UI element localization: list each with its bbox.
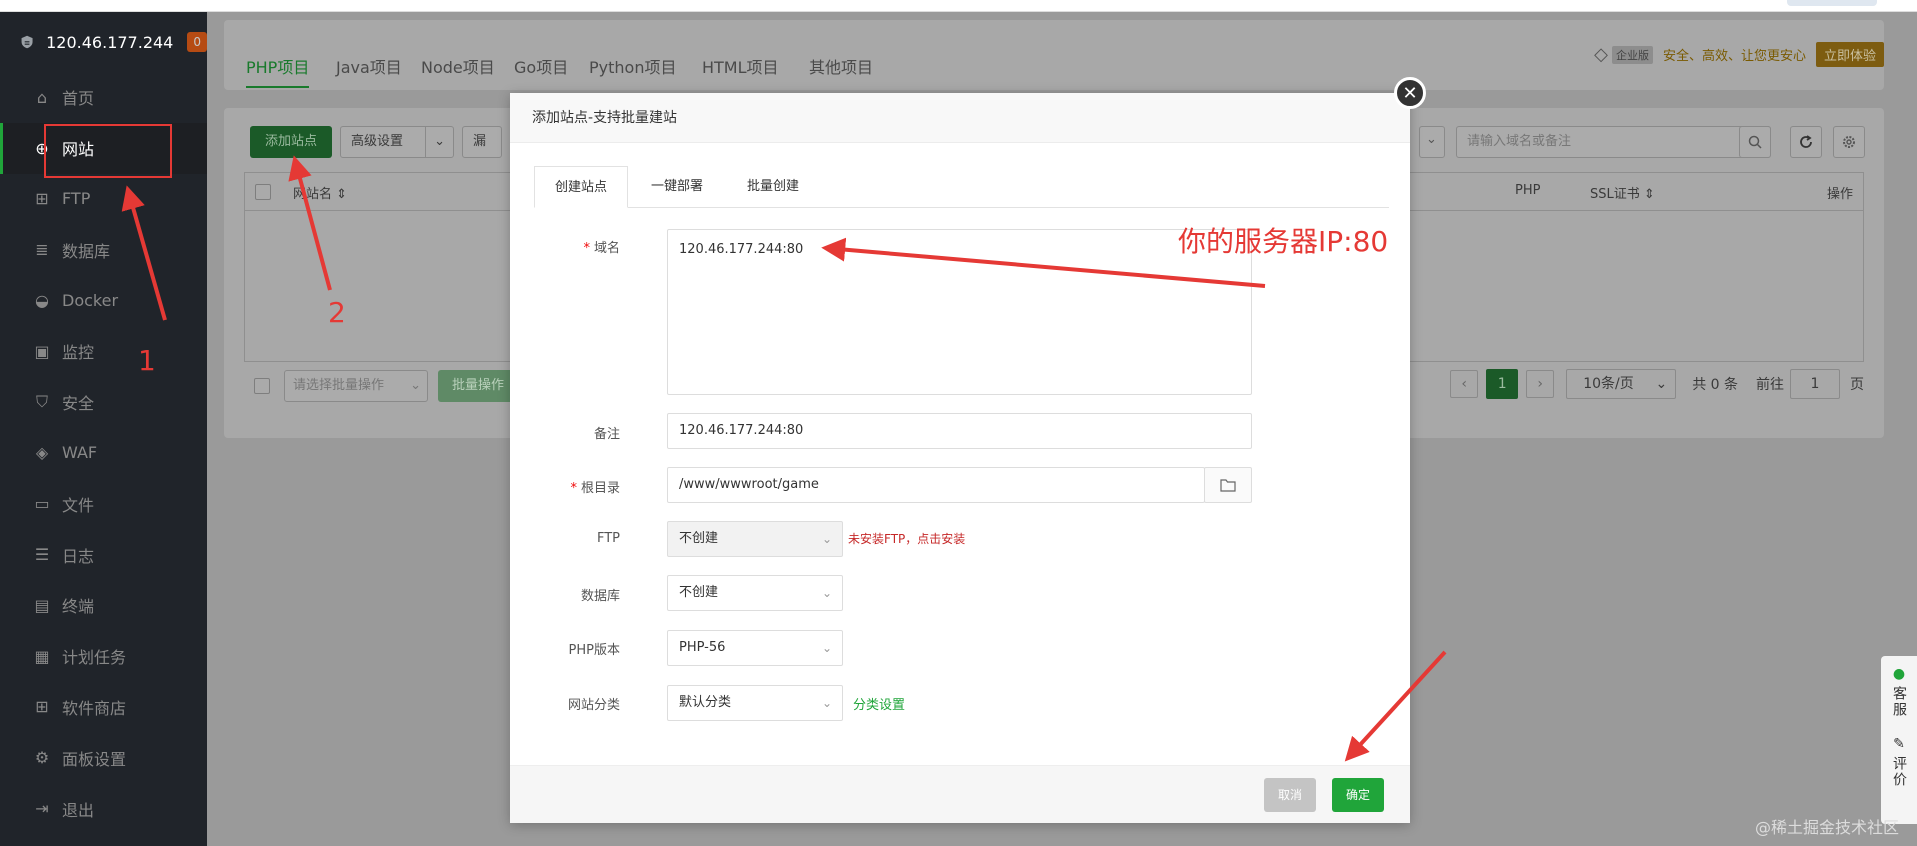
arrow-confirm — [1344, 650, 1447, 762]
watermark: @稀土掘金技术社区 — [1754, 818, 1899, 837]
floating-tools: ● 客服 ✎ 评价 — [1881, 656, 1917, 824]
review-button[interactable]: 评价 — [1889, 756, 1909, 788]
arrow-ip — [821, 237, 1266, 288]
arrow-step-2 — [288, 155, 332, 291]
customer-service-button[interactable]: 客服 — [1889, 686, 1909, 718]
service-icon: ● — [1892, 666, 1906, 682]
arrow-step-1 — [121, 185, 167, 321]
edit-icon: ✎ — [1893, 736, 1905, 752]
annotation-arrows — [121, 155, 1447, 762]
